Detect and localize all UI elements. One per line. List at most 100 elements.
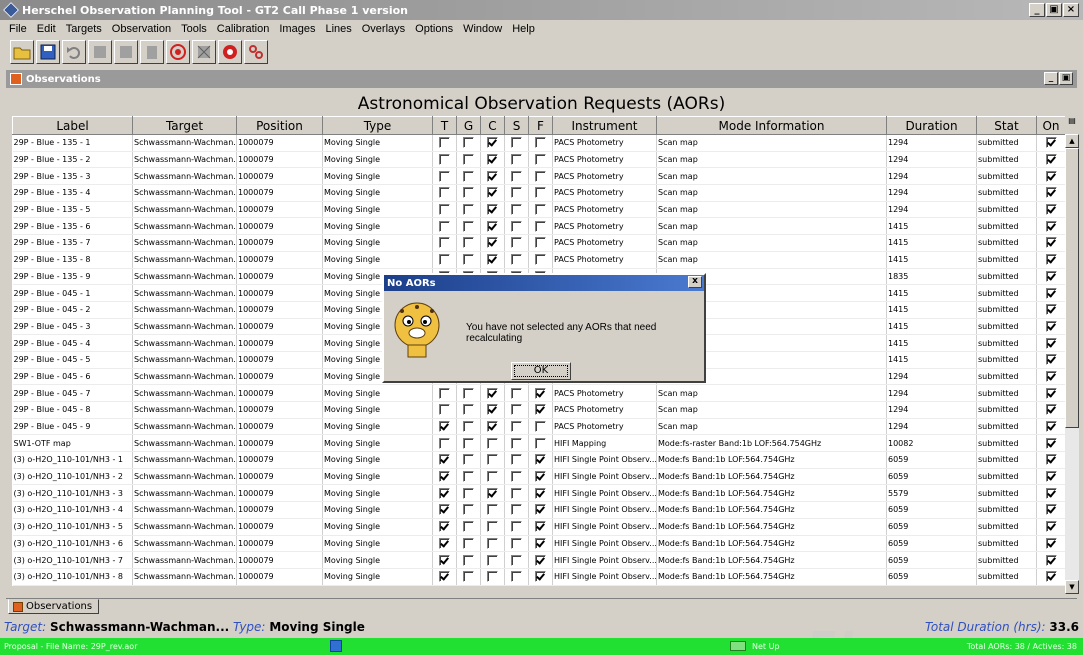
table-row[interactable]: 29P - Blue - 135 - 6 Schwassmann-Wachman.… — [12, 217, 1066, 236]
checkbox-on[interactable] — [1045, 204, 1057, 216]
checkbox-g[interactable] — [463, 571, 474, 583]
checkbox-s[interactable] — [511, 537, 522, 549]
checkbox-g[interactable] — [463, 521, 474, 533]
table-row[interactable]: 29P - Blue - 045 - 9 Schwassmann-Wachman.… — [12, 418, 1066, 436]
undo-icon[interactable] — [62, 40, 86, 64]
menu-overlays[interactable]: Overlays — [357, 23, 410, 35]
checkbox-t[interactable] — [439, 454, 450, 466]
checkbox-f[interactable] — [535, 421, 546, 433]
scroll-down-icon[interactable]: ▼ — [1065, 580, 1079, 594]
checkbox-g[interactable] — [463, 220, 474, 232]
checkbox-g[interactable] — [463, 387, 474, 399]
checkbox-t[interactable] — [439, 187, 450, 199]
checkbox-g[interactable] — [463, 254, 474, 266]
table-row[interactable]: 29P - Blue - 135 - 4 Schwassmann-Wachman.… — [12, 184, 1066, 202]
checkbox-s[interactable] — [511, 521, 522, 533]
checkbox-on[interactable] — [1045, 554, 1057, 566]
checkbox-f[interactable] — [535, 504, 546, 516]
checkbox-on[interactable] — [1045, 154, 1057, 166]
menu-images[interactable]: Images — [274, 23, 320, 35]
checkbox-s[interactable] — [511, 454, 522, 466]
checkbox-c[interactable] — [487, 521, 498, 533]
checkbox-s[interactable] — [511, 204, 522, 216]
checkbox-f[interactable] — [535, 170, 546, 182]
checkbox-s[interactable] — [511, 220, 522, 232]
checkbox-s[interactable] — [511, 571, 522, 583]
checkbox-on[interactable] — [1045, 421, 1057, 433]
checkbox-s[interactable] — [511, 504, 522, 516]
menu-help[interactable]: Help — [507, 23, 540, 35]
checkbox-f[interactable] — [535, 387, 546, 399]
table-row[interactable]: (3) o-H2O_110-101/NH3 - 8 Schwassmann-Wac… — [12, 568, 1066, 586]
table-row[interactable]: 29P - Blue - 135 - 3 Schwassmann-Wachman.… — [12, 167, 1066, 186]
checkbox-c[interactable] — [487, 387, 498, 399]
checkbox-on[interactable] — [1045, 370, 1057, 382]
checkbox-on[interactable] — [1045, 270, 1057, 282]
checkbox-on[interactable] — [1045, 337, 1057, 349]
checkbox-on[interactable] — [1045, 304, 1057, 316]
column-header-mode-information[interactable]: Mode Information — [656, 116, 887, 135]
checkbox-t[interactable] — [439, 387, 450, 399]
cut-icon[interactable] — [88, 40, 112, 64]
inner-maximize-button[interactable]: ▣ — [1059, 72, 1073, 85]
checkbox-c[interactable] — [487, 187, 498, 199]
checkbox-on[interactable] — [1045, 137, 1057, 149]
checkbox-c[interactable] — [487, 487, 498, 499]
tab-observations[interactable]: Observations — [8, 599, 100, 614]
checkbox-s[interactable] — [511, 170, 522, 182]
checkbox-on[interactable] — [1045, 571, 1057, 583]
scroll-up-icon[interactable]: ▲ — [1065, 134, 1079, 148]
checkbox-s[interactable] — [511, 254, 522, 266]
checkbox-g[interactable] — [463, 437, 474, 449]
checkbox-s[interactable] — [511, 404, 522, 416]
table-row[interactable]: 29P - Blue - 135 - 2 Schwassmann-Wachman.… — [12, 151, 1066, 169]
open-folder-icon[interactable] — [10, 40, 34, 64]
table-row[interactable]: (3) o-H2O_110-101/NH3 - 1 Schwassmann-Wac… — [12, 451, 1066, 469]
targets-off-icon[interactable] — [192, 40, 216, 64]
table-row[interactable]: 29P - Blue - 135 - 5 Schwassmann-Wachman.… — [12, 201, 1066, 219]
checkbox-f[interactable] — [535, 154, 546, 166]
checkbox-s[interactable] — [511, 387, 522, 399]
checkbox-s[interactable] — [511, 187, 522, 199]
checkbox-on[interactable] — [1045, 220, 1057, 232]
table-row[interactable]: SW1-OTF map Schwassmann-Wachman... 1000079… — [12, 434, 1066, 453]
column-header-label[interactable]: Label — [12, 116, 133, 135]
checkbox-on[interactable] — [1045, 354, 1057, 366]
checkbox-g[interactable] — [463, 487, 474, 499]
table-row[interactable]: 29P - Blue - 135 - 1 Schwassmann-Wachman.… — [12, 134, 1066, 152]
column-header-type[interactable]: Type — [322, 116, 433, 135]
checkbox-f[interactable] — [535, 187, 546, 199]
checkbox-c[interactable] — [487, 254, 498, 266]
checkbox-t[interactable] — [439, 571, 450, 583]
save-icon[interactable] — [36, 40, 60, 64]
column-header-on[interactable]: On — [1036, 116, 1066, 135]
checkbox-f[interactable] — [535, 454, 546, 466]
navigate-icon[interactable] — [218, 40, 242, 64]
vertical-scrollbar[interactable]: ▲ ▼ — [1065, 134, 1079, 594]
checkbox-g[interactable] — [463, 504, 474, 516]
checkbox-t[interactable] — [439, 237, 450, 249]
column-picker-icon[interactable]: ▤ — [1065, 116, 1079, 134]
checkbox-f[interactable] — [535, 537, 546, 549]
checkbox-s[interactable] — [511, 237, 522, 249]
checkbox-c[interactable] — [487, 454, 498, 466]
checkbox-g[interactable] — [463, 237, 474, 249]
checkbox-on[interactable] — [1045, 254, 1057, 266]
scroll-thumb[interactable] — [1065, 148, 1079, 428]
column-header-f[interactable]: F — [528, 116, 553, 135]
checkbox-on[interactable] — [1045, 287, 1057, 299]
checkbox-t[interactable] — [439, 537, 450, 549]
column-header-c[interactable]: C — [480, 116, 505, 135]
checkbox-on[interactable] — [1045, 454, 1057, 466]
checkbox-g[interactable] — [463, 537, 474, 549]
checkbox-g[interactable] — [463, 170, 474, 182]
checkbox-on[interactable] — [1045, 187, 1057, 199]
checkbox-s[interactable] — [511, 437, 522, 449]
minimize-button[interactable]: _ — [1029, 3, 1045, 17]
checkbox-f[interactable] — [535, 137, 546, 149]
checkbox-c[interactable] — [487, 237, 498, 249]
checkbox-f[interactable] — [535, 220, 546, 232]
checkbox-f[interactable] — [535, 571, 546, 583]
checkbox-c[interactable] — [487, 504, 498, 516]
table-row[interactable]: (3) o-H2O_110-101/NH3 - 5 Schwassmann-Wac… — [12, 518, 1066, 536]
